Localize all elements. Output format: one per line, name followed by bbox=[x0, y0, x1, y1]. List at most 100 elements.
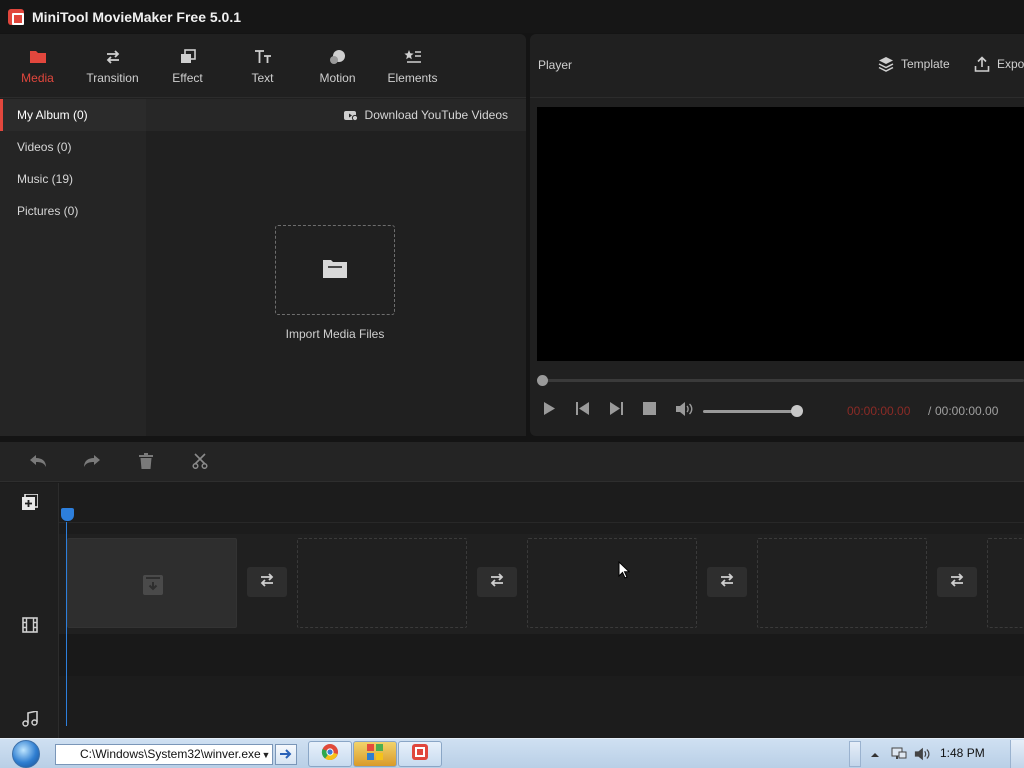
arrow-right-icon bbox=[280, 746, 292, 764]
seek-handle[interactable] bbox=[537, 375, 548, 386]
motion-icon bbox=[327, 48, 349, 66]
address-input[interactable]: C:\Windows\System32\winver.exe bbox=[55, 744, 273, 765]
skip-forward-icon bbox=[609, 402, 623, 420]
track-headers bbox=[0, 483, 59, 738]
video-track[interactable] bbox=[59, 534, 1024, 634]
sidebar-item-label: Music (19) bbox=[17, 172, 74, 186]
tab-transition[interactable]: Transition bbox=[75, 34, 150, 98]
start-button[interactable] bbox=[8, 739, 44, 768]
system-clock[interactable]: 1:48 PM bbox=[940, 746, 985, 760]
transition-slot[interactable] bbox=[247, 567, 287, 597]
transition-slot[interactable] bbox=[937, 567, 977, 597]
template-button[interactable]: Template bbox=[878, 56, 950, 72]
clip-slot[interactable] bbox=[297, 538, 467, 628]
time-separator: / bbox=[928, 404, 932, 418]
total-time: 00:00:00.00 bbox=[935, 404, 999, 418]
music-note-icon bbox=[22, 710, 38, 731]
delete-button[interactable] bbox=[137, 452, 155, 474]
media-content-area: Download YouTube Videos Import Media Fil… bbox=[146, 99, 526, 436]
undo-icon bbox=[29, 454, 47, 473]
tab-transition-label: Transition bbox=[86, 70, 139, 85]
tab-elements-label: Elements bbox=[387, 70, 438, 85]
current-time: 00:00:00.00 bbox=[847, 404, 911, 418]
taskbar-moviemaker[interactable] bbox=[398, 741, 442, 767]
previous-frame-button[interactable] bbox=[575, 402, 591, 419]
swap-arrows-icon bbox=[257, 572, 277, 593]
tab-media[interactable]: Media bbox=[0, 34, 75, 98]
sidebar-item-my-album[interactable]: My Album (0) bbox=[0, 99, 146, 131]
next-frame-button[interactable] bbox=[608, 402, 624, 420]
stop-icon bbox=[642, 402, 656, 420]
layers-icon bbox=[177, 48, 199, 66]
volume-slider[interactable] bbox=[703, 410, 797, 413]
undo-button[interactable] bbox=[29, 454, 47, 472]
redo-icon bbox=[83, 454, 101, 473]
clip-slot[interactable] bbox=[757, 538, 927, 628]
export-button[interactable]: Expo bbox=[974, 56, 1024, 72]
tab-motion-label: Motion bbox=[319, 70, 356, 85]
timeline-ruler[interactable] bbox=[59, 483, 1024, 523]
folder-icon bbox=[27, 48, 49, 66]
tab-effect[interactable]: Effect bbox=[150, 34, 225, 98]
play-icon bbox=[543, 402, 555, 420]
playhead-line bbox=[66, 522, 67, 726]
go-button[interactable] bbox=[275, 744, 297, 765]
tab-motion[interactable]: Motion bbox=[300, 34, 375, 98]
sidebar-item-label: My Album (0) bbox=[17, 108, 88, 122]
swap-arrows-icon bbox=[487, 572, 507, 593]
divider bbox=[530, 97, 1024, 98]
trash-icon bbox=[138, 452, 154, 474]
player-panel: Player Template Expo 00:00:00.00 / 00:00… bbox=[530, 34, 1024, 436]
export-label: Expo bbox=[997, 57, 1024, 71]
add-track-button[interactable] bbox=[22, 493, 39, 515]
download-youtube-button[interactable]: Download YouTube Videos bbox=[146, 99, 526, 131]
tab-text[interactable]: Text bbox=[225, 34, 300, 98]
transition-slot[interactable] bbox=[707, 567, 747, 597]
address-dropdown-arrow[interactable]: ▼ bbox=[259, 744, 273, 765]
import-media-label: Import Media Files bbox=[285, 327, 385, 341]
show-desktop-button[interactable] bbox=[1010, 740, 1024, 768]
mouse-cursor-icon bbox=[618, 560, 631, 584]
clip-slot[interactable] bbox=[527, 538, 697, 628]
tray-scroll[interactable] bbox=[849, 741, 861, 767]
film-icon bbox=[22, 617, 38, 637]
audio-track[interactable] bbox=[59, 634, 1024, 676]
album-sidebar: My Album (0) Videos (0) Music (19) Pictu… bbox=[0, 99, 146, 436]
playhead-handle[interactable] bbox=[61, 508, 74, 521]
redo-button[interactable] bbox=[83, 454, 101, 472]
swap-arrows-icon bbox=[947, 572, 967, 593]
transition-slot[interactable] bbox=[477, 567, 517, 597]
sidebar-item-label: Pictures (0) bbox=[17, 204, 79, 218]
folder-icon bbox=[322, 257, 348, 284]
volume-handle[interactable] bbox=[791, 405, 803, 417]
stack-icon bbox=[878, 56, 894, 72]
sidebar-item-music[interactable]: Music (19) bbox=[0, 163, 146, 195]
audio-track-header bbox=[22, 710, 38, 732]
stop-button[interactable] bbox=[642, 402, 656, 420]
sidebar-item-pictures[interactable]: Pictures (0) bbox=[0, 195, 146, 227]
volume-button[interactable] bbox=[674, 401, 694, 419]
taskbar-explorer[interactable] bbox=[353, 741, 397, 767]
tab-elements[interactable]: Elements bbox=[375, 34, 450, 98]
audio-track-empty[interactable] bbox=[59, 676, 1024, 722]
library-panel: Media Transition Effect Text Motion Elem… bbox=[0, 34, 526, 436]
clip-slot[interactable] bbox=[67, 538, 237, 628]
drop-here-icon bbox=[143, 575, 163, 600]
swap-arrows-icon bbox=[102, 48, 124, 66]
show-hidden-icons-button[interactable] bbox=[870, 747, 880, 765]
network-icon[interactable] bbox=[891, 747, 907, 761]
import-media-button[interactable] bbox=[275, 225, 395, 315]
play-button[interactable] bbox=[542, 402, 556, 420]
volume-tray-icon[interactable] bbox=[914, 747, 930, 761]
seek-bar[interactable] bbox=[542, 379, 1024, 382]
text-icon bbox=[252, 48, 274, 66]
clip-slot[interactable] bbox=[987, 538, 1024, 628]
split-button[interactable] bbox=[191, 452, 209, 472]
tab-effect-label: Effect bbox=[172, 70, 203, 85]
taskbar-browser[interactable] bbox=[308, 741, 352, 767]
chrome-icon bbox=[321, 743, 339, 766]
title-bar: MiniTool MovieMaker Free 5.0.1 bbox=[0, 0, 1024, 33]
video-preview-screen bbox=[537, 107, 1024, 361]
swap-arrows-icon bbox=[717, 572, 737, 593]
sidebar-item-videos[interactable]: Videos (0) bbox=[0, 131, 146, 163]
